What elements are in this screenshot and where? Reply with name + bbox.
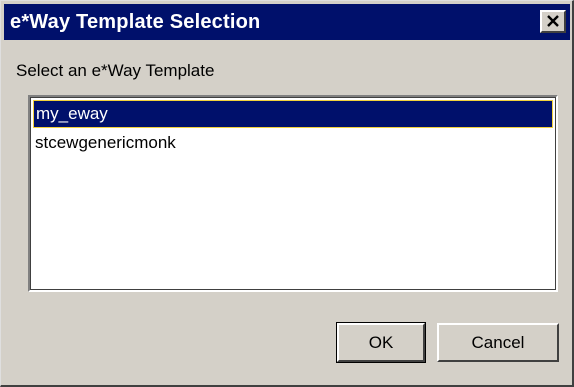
template-selection-dialog: e*Way Template Selection Select an e*Way… (0, 0, 574, 387)
title-bar[interactable]: e*Way Template Selection (4, 4, 570, 40)
window-title: e*Way Template Selection (10, 11, 261, 33)
ok-button[interactable]: OK (336, 322, 426, 363)
close-icon (547, 15, 559, 27)
template-list[interactable]: my_eway stcewgenericmonk (28, 95, 558, 292)
select-template-label: Select an e*Way Template (16, 61, 215, 80)
cancel-button[interactable]: Cancel (437, 323, 559, 362)
close-button[interactable] (540, 10, 566, 33)
list-item-stcewgenericmonk[interactable]: stcewgenericmonk (33, 130, 553, 158)
list-item-my-eway[interactable]: my_eway (33, 100, 553, 128)
